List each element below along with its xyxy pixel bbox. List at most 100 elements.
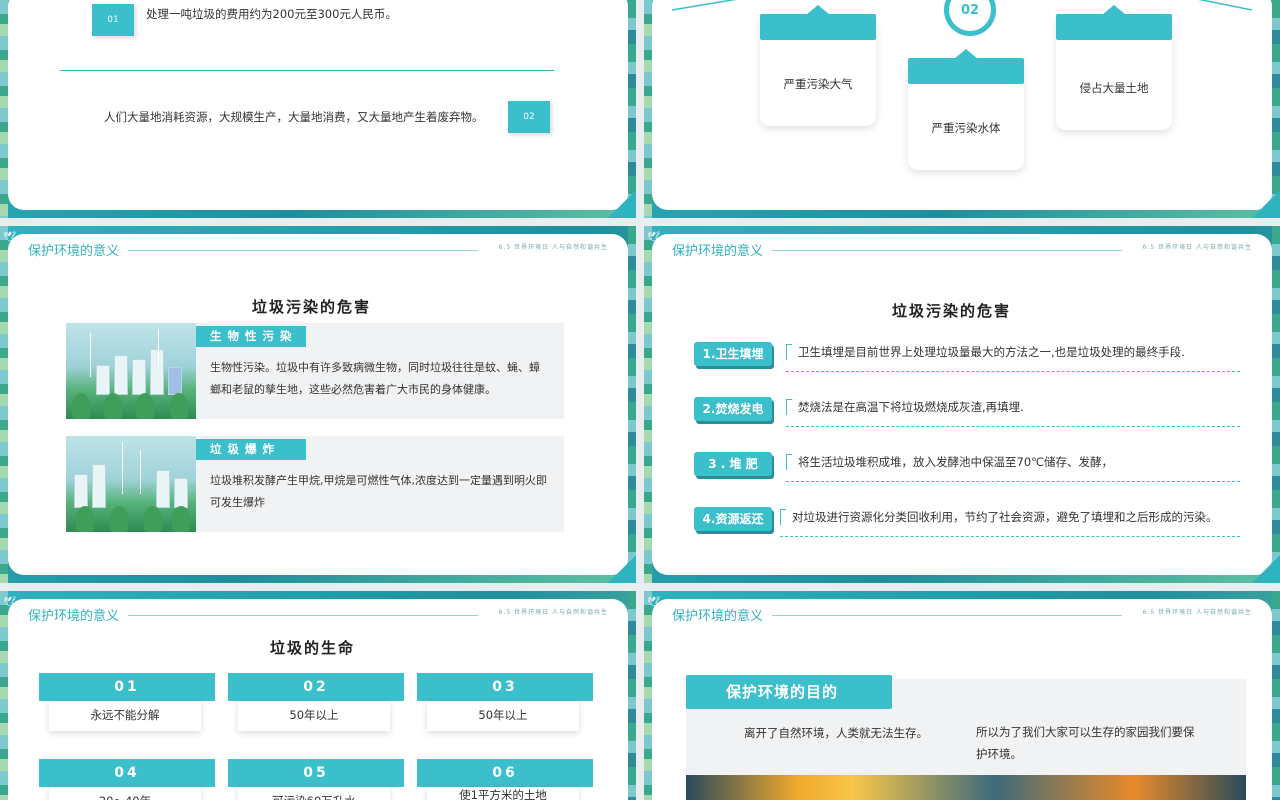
landfill-paragraph: 它们通常是先被送到堆放场，然后再送去填埋。 垃圾填埋的费用是非常高昂的，处理一吨… [146,0,552,21]
box-number: 06 [417,759,593,787]
lifespan-box: 02 50年以上 [228,673,404,753]
method-pill: 2.焚烧发电 [694,397,772,421]
slide-landfill-cost[interactable]: 01 它们通常是先被送到堆放场，然后再送去填埋。 垃圾填埋的费用是非常高昂的，处… [0,0,636,218]
method-desc: 将生活垃圾堆积成堆，放入发酵池中保温至70℃储存、发酵， [798,455,1114,469]
bracket-mark [786,399,792,415]
corner-accent [608,555,636,583]
consumption-paragraph: 人们大量地消耗资源，大规模生产，大量地消费，又大量地产生着废弃物。 [104,110,484,124]
decor-right-strip [1272,591,1280,800]
slide-heading: 垃圾的生命 [270,639,356,657]
wind-farm-image [66,436,196,532]
slide-pollution-effects[interactable]: 02 严重污染大气 严重污染水体 侵占大量土地 [644,0,1280,218]
effect-card: 严重污染水体 [908,49,1024,170]
header-title: 保护环境的意义 [28,244,120,259]
decor-right-strip [1272,0,1280,218]
box-text: 20～40年 [49,787,201,800]
eco-city-image [66,323,196,419]
header-title: 保护环境的意义 [28,609,120,624]
method-row: 4.资源返还 对垃圾进行资源化分类回收利用，节约了社会资源，避免了填埋和之后形成… [694,507,1240,537]
box-number: 05 [228,759,404,787]
bracket-mark [786,344,792,360]
method-desc: 焚烧法是在高温下将垃圾燃烧成灰渣,再填埋. [798,400,1024,414]
header-title: 保护环境的意义 [672,244,764,259]
header-line [772,615,1122,616]
slide-canvas: 02 严重污染大气 严重污染水体 侵占大量土地 [652,0,1272,210]
decor-right-strip [628,0,636,218]
decor-left-strip [644,226,652,583]
header-tag: 6.5 世界环境日 人与自然和谐共生 [1142,244,1252,251]
card-cap [1056,5,1172,40]
card-cap [760,5,876,40]
decor-left-strip [644,591,652,800]
method-row: 1.卫生填埋 卫生填埋是目前世界上处理垃圾量最大的方法之一,也是垃圾处理的最终手… [694,342,1240,372]
decor-left-strip [644,0,652,218]
hazard-body: 垃圾堆积发酵产生甲烷,甲烷是可燃性气体,浓度达到一定量遇到明火即可发生爆炸 [210,474,547,509]
hazard-label: 生物性污染 [196,326,306,347]
effect-card: 侵占大量土地 [1056,5,1172,130]
header-title: 保护环境的意义 [672,609,764,624]
slide-canvas: 保护环境的意义 6.5 世界环境日 人与自然和谐共生 垃圾污染的危害 生物性污染… [8,234,628,575]
header-line [772,250,1122,251]
box-number: 03 [417,673,593,701]
header-tag: 6.5 世界环境日 人与自然和谐共生 [498,609,608,616]
environment-illustration [686,775,1246,800]
slide-garbage-treatment-methods[interactable]: 🕊 保护环境的意义 6.5 世界环境日 人与自然和谐共生 垃圾污染的危害 1.卫… [644,226,1280,583]
purpose-text-2: 所以为了我们大家可以生存的家园我们要保护环境。 [976,725,1195,761]
purpose-title: 保护环境的目的 [686,675,892,709]
method-row: 2.焚烧发电 焚烧法是在高温下将垃圾燃烧成灰渣,再填埋. [694,397,1240,427]
header-tag: 6.5 世界环境日 人与自然和谐共生 [1142,609,1252,616]
header-line [128,615,478,616]
decor-right-strip [628,226,636,583]
slide-canvas: 保护环境的意义 6.5 世界环境日 人与自然和谐共生 垃圾的生命 01 永远不能… [8,599,628,800]
slide-header: 保护环境的意义 6.5 世界环境日 人与自然和谐共生 [28,605,608,625]
bracket-mark [780,509,786,525]
slide-garbage-lifespan[interactable]: 🕊 保护环境的意义 6.5 世界环境日 人与自然和谐共生 垃圾的生命 01 永远… [0,591,636,800]
slide-protection-purpose[interactable]: 🕊 保护环境的意义 6.5 世界环境日 人与自然和谐共生 保护环境的目的 离开了… [644,591,1280,800]
box-number: 04 [39,759,215,787]
box-text: 50年以上 [238,701,390,731]
header-line [128,250,478,251]
decor-left-strip [0,0,8,218]
center-number-ring: 02 [944,0,996,36]
header-tag: 6.5 世界环境日 人与自然和谐共生 [498,244,608,251]
lifespan-box: 06 使1平方米的土地 [417,759,593,800]
box-text: 使1平方米的土地 [427,787,579,800]
corner-accent [1252,555,1280,583]
method-pill: 3 . 堆 肥 [694,452,772,476]
corner-accent [608,190,636,218]
method-row: 3 . 堆 肥 将生活垃圾堆积成堆，放入发酵池中保温至70℃储存、发酵， [694,452,1240,482]
slide-heading: 垃圾污染的危害 [252,298,372,316]
hazard-body: 生物性污染。垃圾中有许多致病微生物，同时垃圾往往是蚊、蝇、蟑螂和老鼠的孳生地，这… [210,361,540,396]
hazard-item: 生物性污染 生物性污染。垃圾中有许多致病微生物，同时垃圾往往是蚊、蝇、蟑螂和老鼠… [66,323,564,419]
lifespan-box: 01 永远不能分解 [39,673,215,753]
box-text: 永远不能分解 [49,701,201,731]
box-text: 可污染60万升水 [238,787,390,800]
slide-canvas: 01 它们通常是先被送到堆放场，然后再送去填埋。 垃圾填埋的费用是非常高昂的，处… [8,0,628,210]
decor-left-strip [0,226,8,583]
method-desc: 对垃圾进行资源化分类回收利用，节约了社会资源，避免了填埋和之后形成的污染。 [792,510,1218,524]
method-pill: 1.卫生填埋 [694,342,772,366]
method-pill: 4.资源返还 [694,507,772,531]
slide-header: 保护环境的意义 6.5 世界环境日 人与自然和谐共生 [672,605,1252,625]
lifespan-box: 05 可污染60万升水 [228,759,404,800]
corner-accent [1252,190,1280,218]
card-text: 严重污染水体 [931,121,1001,135]
dashed-rule [780,536,1240,537]
slide-canvas: 保护环境的意义 6.5 世界环境日 人与自然和谐共生 垃圾污染的危害 1.卫生填… [652,234,1272,575]
purpose-text-1: 离开了自然环境，人类就无法生存。 [744,726,928,740]
card-text: 严重污染大气 [783,77,853,91]
slide-canvas: 保护环境的意义 6.5 世界环境日 人与自然和谐共生 保护环境的目的 离开了自然… [652,599,1272,800]
dashed-rule [786,481,1240,482]
decor-right-strip [1272,226,1280,583]
card-text: 侵占大量土地 [1079,81,1149,95]
slide-header: 保护环境的意义 6.5 世界环境日 人与自然和谐共生 [672,240,1252,260]
bracket-mark [786,454,792,470]
card-cap [908,49,1024,84]
box-number: 02 [228,673,404,701]
dashed-rule [786,426,1240,427]
decor-left-strip [0,591,8,800]
dashed-rule [786,371,1240,372]
box-number: 01 [39,673,215,701]
lifespan-box: 04 20～40年 [39,759,215,800]
slide-garbage-hazards-images[interactable]: 🕊 保护环境的意义 6.5 世界环境日 人与自然和谐共生 垃圾污染的危害 生物性… [0,226,636,583]
